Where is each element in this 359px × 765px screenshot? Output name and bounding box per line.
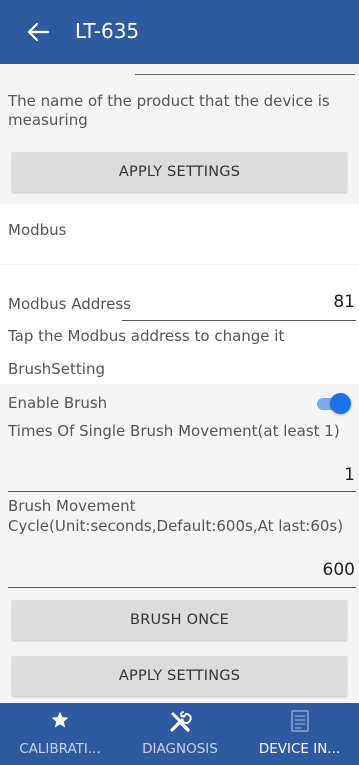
modbus-hint: Tap the Modbus address to change it [8, 327, 285, 345]
modbus-section: Modbus Address 81 Tap the Modbus address… [0, 265, 359, 384]
toggle-thumb [330, 393, 351, 414]
product-name-underline [135, 74, 355, 75]
product-name-description: The name of the product that the device … [8, 92, 330, 129]
enable-brush-toggle[interactable] [317, 393, 351, 414]
tools-icon [170, 710, 192, 732]
modbus-section-title: Modbus [8, 221, 67, 239]
brush-times-underline [8, 491, 356, 492]
brush-cycle-label-line1: Brush Movement [8, 497, 136, 515]
brush-cycle-value[interactable]: 600 [323, 560, 355, 580]
modbus-address-label: Modbus Address [8, 295, 131, 313]
modbus-section-header: Modbus [0, 204, 359, 264]
brush-times-label: Times Of Single Brush Movement(at least … [8, 422, 340, 440]
bottom-navigation: CALIBRATI... DIAGNOSIS DEVICE IN... [0, 703, 359, 765]
brush-apply-settings-button[interactable]: APPLY SETTINGS [12, 656, 347, 696]
modbus-address-underline [122, 320, 356, 321]
brush-once-button[interactable]: BRUSH ONCE [12, 600, 347, 640]
brush-cycle-underline [8, 587, 356, 588]
app-bar: LT-635 [0, 0, 359, 64]
back-arrow-icon[interactable] [26, 21, 50, 43]
enable-brush-label: Enable Brush [8, 394, 108, 412]
page-title: LT-635 [75, 19, 140, 43]
nav-diagnosis[interactable]: DIAGNOSIS [120, 703, 240, 765]
nav-device-info-label: DEVICE IN... [258, 741, 341, 757]
document-icon [290, 710, 309, 732]
nav-calibration-label: CALIBRATI... [19, 741, 101, 757]
settings-content: The name of the product that the device … [0, 64, 359, 703]
apply-settings-button[interactable]: APPLY SETTINGS [12, 152, 347, 192]
nav-device-info[interactable]: DEVICE IN... [240, 703, 359, 765]
brush-cycle-label-line2: Cycle(Unit:seconds,Default:600s,At last:… [8, 517, 344, 535]
nav-calibration[interactable]: CALIBRATI... [0, 703, 120, 765]
star-icon [51, 711, 69, 728]
modbus-address-value[interactable]: 81 [333, 292, 355, 312]
brush-section-title: BrushSetting [8, 360, 105, 378]
brush-times-value[interactable]: 1 [344, 465, 355, 485]
nav-diagnosis-label: DIAGNOSIS [142, 741, 218, 757]
